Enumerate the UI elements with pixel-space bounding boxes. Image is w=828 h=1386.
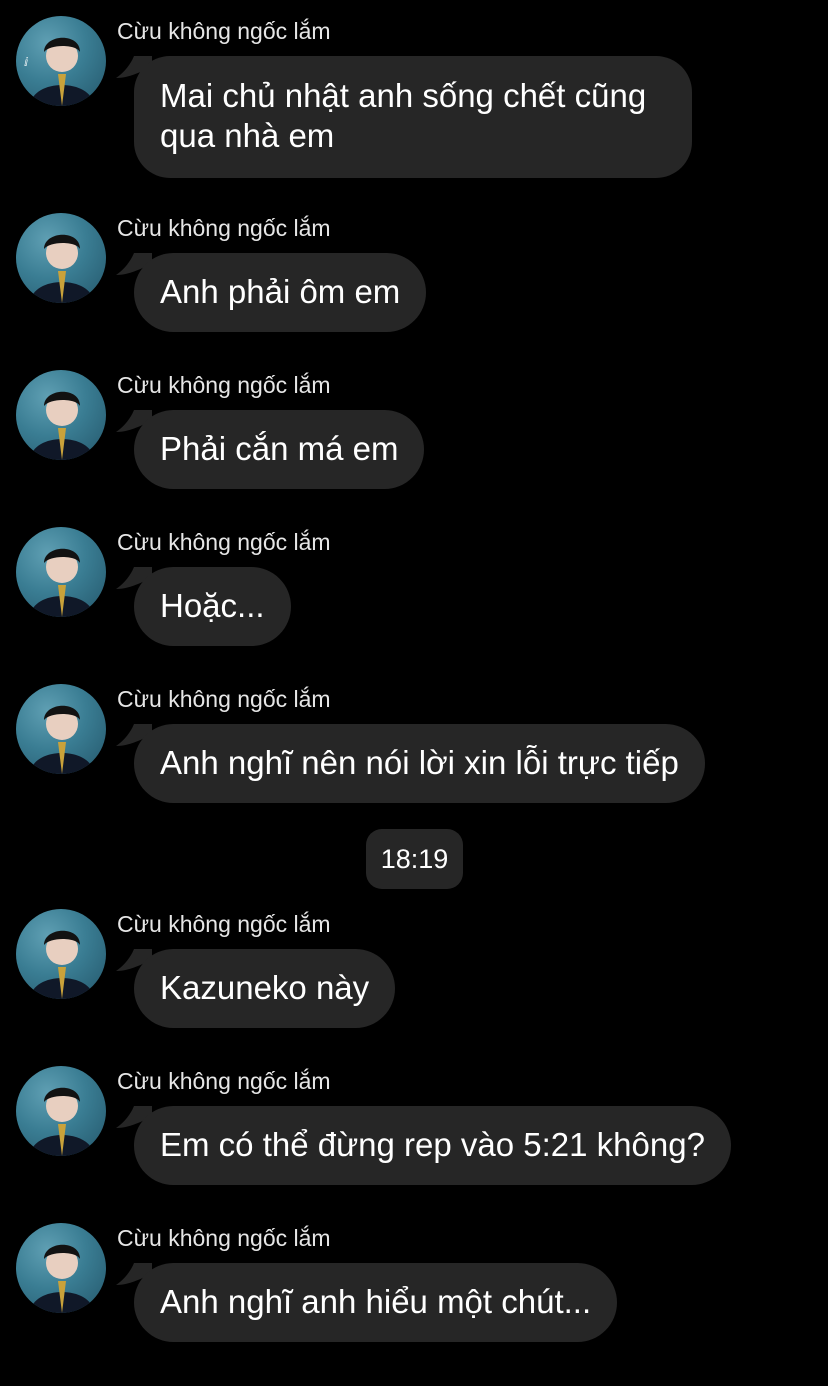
message-bubble[interactable]: Mai chủ nhật anh sống chết cũng qua nhà … <box>134 56 692 178</box>
message-bubble[interactable]: Anh nghĩ nên nói lời xin lỗi trực tiếp <box>134 724 705 803</box>
message-bubble[interactable]: Hoặc... <box>134 567 291 646</box>
avatar[interactable] <box>16 684 106 774</box>
svg-text:ⅈ: ⅈ <box>24 55 28 69</box>
sender-name: Cừu không ngốc lắm <box>117 529 331 555</box>
sender-name: Cừu không ngốc lắm <box>117 1068 331 1094</box>
sender-name: Cừu không ngốc lắm <box>117 18 331 44</box>
sender-name: Cừu không ngốc lắm <box>117 215 331 241</box>
message-bubble[interactable]: Kazuneko này <box>134 949 396 1028</box>
sender-name: Cừu không ngốc lắm <box>117 1225 331 1251</box>
timestamp-divider: 18:19 <box>366 829 463 889</box>
avatar[interactable] <box>16 1066 106 1156</box>
message-bubble[interactable]: Anh phải ôm em <box>134 253 427 332</box>
avatar[interactable] <box>16 527 106 617</box>
message-bubble[interactable]: Anh nghĩ anh hiểu một chút... <box>134 1263 618 1342</box>
message-bubble[interactable]: Em có thể đừng rep vào 5:21 không? <box>134 1106 731 1185</box>
avatar[interactable] <box>16 370 106 460</box>
message-bubble[interactable]: Phải cắn má em <box>134 410 425 489</box>
avatar[interactable] <box>16 909 106 999</box>
sender-name: Cừu không ngốc lắm <box>117 686 331 712</box>
avatar[interactable] <box>16 1223 106 1313</box>
avatar[interactable]: ⅈ <box>16 16 106 106</box>
sender-name: Cừu không ngốc lắm <box>117 911 331 937</box>
avatar[interactable] <box>16 213 106 303</box>
sender-name: Cừu không ngốc lắm <box>117 372 331 398</box>
